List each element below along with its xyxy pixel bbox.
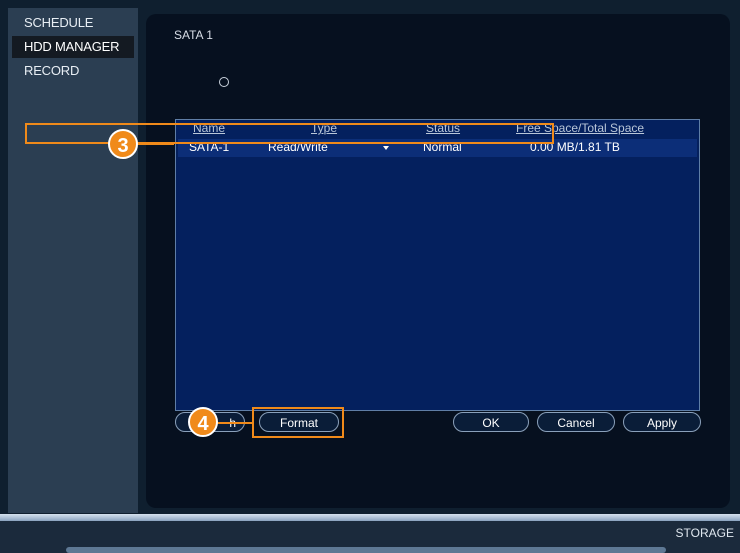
sidebar-item-schedule[interactable]: SCHEDULE	[12, 12, 134, 34]
format-highlight-box	[252, 407, 344, 438]
page-title: SATA 1	[174, 28, 213, 42]
hdd-table: Name Type Status Free Space/Total Space …	[175, 119, 700, 411]
callout-badge-4: 4	[188, 407, 218, 437]
bottom-divider	[0, 514, 740, 521]
sidebar: SCHEDULE HDD MANAGER RECORD	[8, 8, 138, 513]
sidebar-item-label: RECORD	[24, 63, 80, 78]
chevron-down-icon[interactable]	[383, 146, 389, 150]
sidebar-item-record[interactable]: RECORD	[12, 60, 134, 82]
sidebar-item-label: SCHEDULE	[24, 15, 94, 30]
callout-line	[134, 143, 174, 145]
dvr-screen: SCHEDULE HDD MANAGER RECORD SATA 1 Name …	[0, 0, 740, 553]
cancel-button[interactable]: Cancel	[537, 412, 615, 432]
footer-label: STORAGE	[675, 526, 734, 540]
bottom-scrollbar	[66, 547, 666, 553]
callout-badge-3: 3	[108, 129, 138, 159]
apply-button[interactable]: Apply	[623, 412, 701, 432]
radio-icon[interactable]	[219, 77, 229, 87]
sidebar-item-hdd-manager[interactable]: HDD MANAGER	[12, 36, 134, 58]
row-highlight-box	[25, 123, 554, 144]
callout-line	[216, 422, 254, 424]
ok-button[interactable]: OK	[453, 412, 529, 432]
sidebar-item-label: HDD MANAGER	[24, 39, 120, 54]
main-panel: SATA 1 Name Type Status Free Space/Total…	[146, 14, 730, 508]
